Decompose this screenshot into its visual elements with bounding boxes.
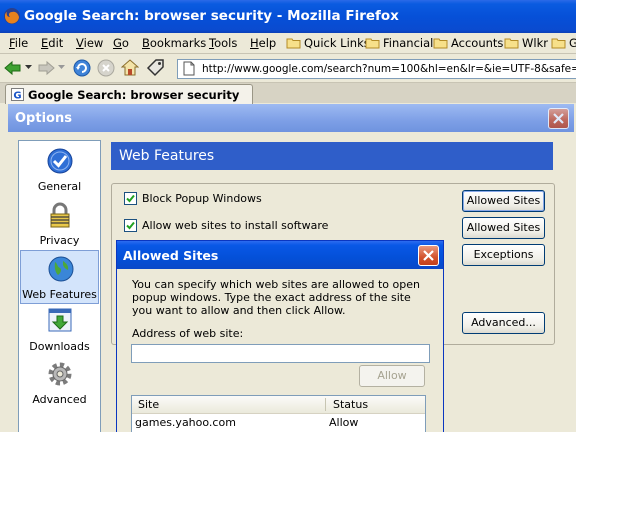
options-title: Options: [15, 111, 72, 126]
allowed-sites-close-button[interactable]: [418, 245, 439, 266]
options-close-button[interactable]: [548, 108, 569, 129]
bookmark-tag-icon[interactable]: [146, 58, 166, 78]
downloads-icon: [48, 308, 72, 332]
menu-tools[interactable]: Tools: [209, 36, 237, 50]
folder-icon: [504, 38, 519, 49]
bookmark-quick-links[interactable]: Quick Links: [286, 35, 370, 51]
forward-dropdown-icon[interactable]: [58, 65, 65, 70]
back-arrow-icon[interactable]: [4, 60, 22, 76]
sidebar-label: Privacy: [39, 234, 80, 247]
check-icon: [126, 194, 135, 203]
site-cell: games.yahoo.com: [135, 416, 236, 429]
stop-icon[interactable]: [97, 59, 115, 77]
url-text: http://www.google.com/search?num=100&hl=…: [202, 63, 576, 75]
google-favicon-icon: G: [11, 88, 24, 101]
sidebar-item-web-features[interactable]: Web Features: [20, 250, 99, 304]
allow-button[interactable]: Allow: [359, 365, 425, 387]
firefox-window-title: Google Search: browser security - Mozill…: [24, 8, 399, 24]
sidebar-label: General: [37, 180, 82, 193]
allow-install-label: Allow web sites to install software: [142, 219, 329, 232]
sidebar-item-downloads[interactable]: Downloads: [20, 303, 99, 355]
url-bar[interactable]: http://www.google.com/search?num=100&hl=…: [177, 59, 576, 79]
block-popups-checkbox[interactable]: [124, 192, 137, 205]
sites-list[interactable]: Site Status games.yahoo.com Allow: [131, 395, 426, 432]
sidebar-item-advanced[interactable]: Advanced: [20, 356, 99, 408]
sidebar-label: Downloads: [29, 340, 90, 353]
back-dropdown-icon[interactable]: [25, 65, 32, 70]
menu-go[interactable]: Go: [113, 36, 129, 50]
firefox-titlebar[interactable]: Google Search: browser security - Mozill…: [0, 0, 576, 33]
sidebar-label: Web Features: [22, 288, 97, 301]
bookmark-accounts[interactable]: Accounts: [433, 35, 503, 51]
check-icon: [126, 221, 135, 230]
allowed-sites-description: You can specify which web sites are allo…: [132, 278, 420, 317]
bookmark-financial[interactable]: Financial: [365, 35, 433, 51]
page-icon: [183, 61, 195, 76]
sidebar-item-general[interactable]: General: [20, 143, 99, 195]
close-icon: [553, 113, 564, 124]
sidebar-label: Advanced: [32, 393, 87, 406]
allowed-sites-title: Allowed Sites: [123, 248, 219, 263]
advanced-gear-icon: [48, 362, 72, 386]
tab-title: Google Search: browser security: [28, 88, 240, 102]
address-input[interactable]: [131, 344, 430, 363]
folder-icon: [365, 38, 380, 49]
firefox-logo-icon: [4, 8, 20, 24]
allowed-sites-titlebar[interactable]: Allowed Sites: [117, 241, 443, 269]
tab-strip: G Google Search: browser security: [0, 83, 576, 104]
pane-title: Web Features: [119, 148, 215, 164]
svg-text:G: G: [13, 91, 21, 102]
column-site[interactable]: Site: [138, 398, 159, 411]
menu-view[interactable]: View: [76, 36, 103, 50]
options-titlebar[interactable]: Options: [8, 104, 574, 132]
install-allowed-sites-button[interactable]: Allowed Sites: [462, 217, 545, 239]
advanced-button[interactable]: Advanced...: [462, 312, 545, 334]
sidebar-item-privacy[interactable]: Privacy: [20, 197, 99, 249]
tab-google-search[interactable]: G Google Search: browser security: [5, 84, 253, 104]
privacy-lock-icon: [50, 202, 70, 228]
allowed-sites-dialog: Allowed Sites You can specify which web …: [116, 240, 444, 432]
status-cell: Allow: [329, 416, 359, 429]
exceptions-button[interactable]: Exceptions: [462, 244, 545, 266]
pane-header: Web Features: [111, 142, 553, 170]
table-row[interactable]: games.yahoo.com Allow: [132, 415, 425, 431]
popup-allowed-sites-button[interactable]: Allowed Sites: [462, 190, 545, 212]
block-popups-label: Block Popup Windows: [142, 192, 262, 205]
folder-icon: [433, 38, 448, 49]
sites-list-header: Site Status: [132, 396, 425, 414]
address-label: Address of web site:: [132, 327, 244, 340]
home-icon[interactable]: [121, 58, 139, 77]
bookmark-g[interactable]: G: [551, 35, 576, 51]
column-status[interactable]: Status: [333, 398, 368, 411]
menu-file[interactable]: File: [9, 36, 28, 50]
navigation-toolbar: http://www.google.com/search?num=100&hl=…: [0, 54, 576, 83]
menu-bookmarks[interactable]: Bookmarks: [142, 36, 206, 50]
menu-bar: File Edit View Go Bookmarks Tools Help Q…: [0, 33, 576, 54]
bookmark-wlkr[interactable]: Wlkr: [504, 35, 548, 51]
reload-icon[interactable]: [73, 59, 91, 77]
forward-arrow-icon[interactable]: [37, 60, 55, 76]
menu-help[interactable]: Help: [250, 36, 276, 50]
folder-icon: [286, 38, 301, 49]
folder-icon: [551, 38, 566, 49]
options-sidebar: General Privacy Web Features Downloads A…: [18, 140, 101, 432]
allow-install-checkbox[interactable]: [124, 219, 137, 232]
screen: Google Search: browser security - Mozill…: [0, 0, 576, 432]
menu-edit[interactable]: Edit: [41, 36, 63, 50]
general-checkmark-icon: [47, 148, 73, 174]
web-features-globe-icon: [48, 256, 74, 282]
column-separator[interactable]: [325, 398, 326, 411]
close-icon: [423, 250, 434, 261]
